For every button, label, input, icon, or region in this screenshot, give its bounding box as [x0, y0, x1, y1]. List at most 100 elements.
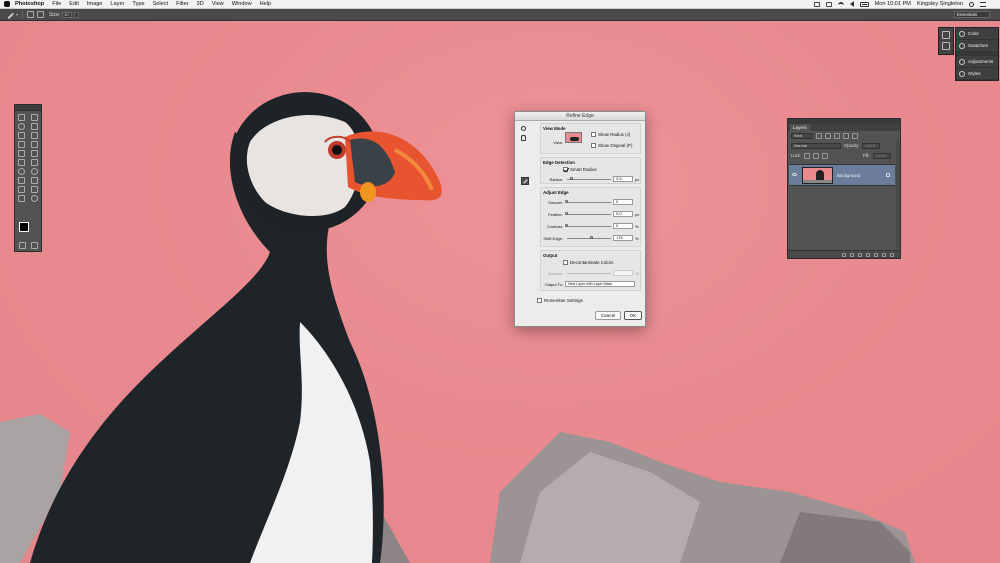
volume-icon[interactable]	[849, 1, 854, 7]
menu-select[interactable]: Select	[153, 1, 169, 7]
wifi-icon[interactable]	[837, 2, 844, 6]
blur-tool-icon[interactable]	[18, 168, 25, 175]
link-layers-icon[interactable]	[842, 252, 846, 257]
cancel-button[interactable]: Cancel	[595, 311, 621, 320]
marquee-tool-icon[interactable]	[18, 114, 25, 121]
filter-kind-dropdown[interactable]: Kind	[791, 132, 813, 139]
tool-preset-dropdown-icon[interactable]: ▾	[16, 12, 18, 17]
shift-edge-slider[interactable]	[567, 236, 611, 239]
smart-radius-option[interactable]: Smart Radius	[563, 167, 597, 172]
show-radius-option[interactable]: Show Radius (J)	[591, 132, 630, 137]
apple-icon[interactable]	[4, 1, 10, 7]
pen-tool-icon[interactable]	[18, 177, 25, 184]
layer-name[interactable]: Background	[837, 173, 860, 178]
gradient-tool-icon[interactable]	[31, 159, 38, 166]
filter-type-icon[interactable]	[834, 132, 840, 139]
menu-edit[interactable]: Edit	[69, 1, 79, 7]
filter-pixel-icon[interactable]	[816, 132, 822, 139]
color-panel-tab[interactable]: Color	[956, 28, 998, 40]
lock-position-icon[interactable]	[813, 152, 820, 159]
remember-settings-option[interactable]: Remember Settings	[537, 298, 583, 303]
clock[interactable]: Mon 10:01 PM	[875, 1, 911, 7]
brush-tool-icon[interactable]	[6, 11, 14, 19]
user-name[interactable]: Kingsley Singleton	[917, 1, 963, 7]
show-radius-checkbox[interactable]	[591, 132, 596, 137]
feather-slider[interactable]	[565, 212, 611, 215]
new-layer-icon[interactable]	[882, 252, 886, 257]
path-select-tool-icon[interactable]	[18, 186, 25, 193]
smooth-field[interactable]: 0	[613, 199, 633, 205]
history-panel-icon[interactable]	[942, 31, 950, 39]
menu-help[interactable]: Help	[260, 1, 272, 7]
smart-radius-checkbox[interactable]	[563, 167, 568, 172]
show-original-option[interactable]: Show Original (P)	[591, 143, 632, 148]
output-to-dropdown[interactable]: New Layer with Layer Mask	[565, 281, 635, 287]
contrast-field[interactable]: 0	[613, 223, 633, 229]
feather-slider-knob[interactable]	[565, 212, 568, 215]
zoom-icon[interactable]	[521, 126, 526, 131]
healing-brush-tool-icon[interactable]	[18, 141, 25, 148]
lasso-tool-icon[interactable]	[18, 123, 25, 130]
rectangle-tool-icon[interactable]	[31, 186, 38, 193]
lock-pixels-icon[interactable]	[804, 152, 811, 159]
eyedropper-tool-icon[interactable]	[31, 132, 38, 139]
delete-layer-icon[interactable]	[890, 252, 894, 257]
radius-slider-knob[interactable]	[570, 177, 574, 180]
display-icon[interactable]	[825, 1, 832, 7]
decontaminate-option[interactable]: Decontaminate Colors	[563, 260, 613, 265]
new-adjustment-icon[interactable]	[866, 252, 870, 257]
eraser-tool-icon[interactable]	[18, 159, 25, 166]
filter-smart-object-icon[interactable]	[852, 132, 858, 139]
filter-adjustment-icon[interactable]	[825, 132, 831, 139]
type-tool-icon[interactable]	[31, 177, 38, 184]
shift-edge-field[interactable]: +15	[613, 235, 633, 241]
menu-type[interactable]: Type	[132, 1, 144, 7]
menu-layer[interactable]: Layer	[110, 1, 124, 7]
spotlight-icon[interactable]	[969, 1, 974, 7]
notification-center-icon[interactable]	[980, 1, 986, 7]
adjustments-panel-tab[interactable]: Adjustments	[956, 56, 998, 68]
menu-view[interactable]: View	[212, 1, 224, 7]
screen-mode-icon[interactable]	[31, 242, 38, 249]
brush-tool-icon[interactable]	[31, 141, 38, 148]
foreground-color-swatch[interactable]	[19, 222, 29, 232]
blend-mode-dropdown[interactable]: Normal	[791, 142, 841, 149]
move-tool-icon[interactable]	[31, 114, 38, 121]
decontaminate-checkbox[interactable]	[563, 260, 568, 265]
dodge-tool-icon[interactable]	[31, 168, 38, 175]
quick-mask-icon[interactable]	[19, 242, 26, 249]
menu-3d[interactable]: 3D	[197, 1, 204, 7]
quick-select-tool-icon[interactable]	[31, 123, 38, 130]
menu-file[interactable]: File	[52, 1, 61, 7]
view-mode-thumbnail[interactable]	[565, 132, 582, 143]
styles-panel-tab[interactable]: Styles	[956, 68, 998, 80]
add-mask-icon[interactable]	[858, 252, 862, 257]
erase-brush-icon[interactable]	[37, 11, 45, 18]
size-field[interactable]: 10	[62, 11, 73, 18]
visibility-eye-icon[interactable]	[792, 173, 797, 176]
radius-field[interactable]: 3.5	[613, 176, 633, 182]
hand-icon[interactable]	[521, 135, 526, 141]
menu-filter[interactable]: Filter	[176, 1, 188, 7]
contrast-slider-knob[interactable]	[565, 224, 568, 227]
layer-row-background[interactable]: Background	[789, 164, 895, 186]
document-canvas[interactable]	[0, 22, 1000, 563]
workspace-switcher[interactable]: Essentials	[954, 11, 990, 18]
layers-scrollbar[interactable]	[896, 139, 900, 249]
clone-stamp-tool-icon[interactable]	[18, 150, 25, 157]
new-group-icon[interactable]	[874, 252, 878, 257]
size-dropdown[interactable]	[74, 11, 80, 18]
refine-radius-brush-icon[interactable]	[521, 177, 529, 185]
smooth-slider[interactable]	[565, 200, 611, 203]
layer-style-icon[interactable]	[850, 252, 854, 257]
feather-field[interactable]: 0.0	[613, 211, 633, 217]
add-brush-icon[interactable]	[27, 11, 35, 18]
shift-edge-slider-knob[interactable]	[590, 236, 594, 239]
zoom-tool-icon[interactable]	[31, 195, 38, 202]
creative-cloud-icon[interactable]	[813, 1, 820, 7]
lock-all-icon[interactable]	[822, 152, 829, 159]
filter-shape-icon[interactable]	[843, 132, 849, 139]
battery-icon[interactable]	[859, 1, 869, 7]
remember-settings-checkbox[interactable]	[537, 298, 542, 303]
menu-app[interactable]: Photoshop	[15, 1, 44, 7]
